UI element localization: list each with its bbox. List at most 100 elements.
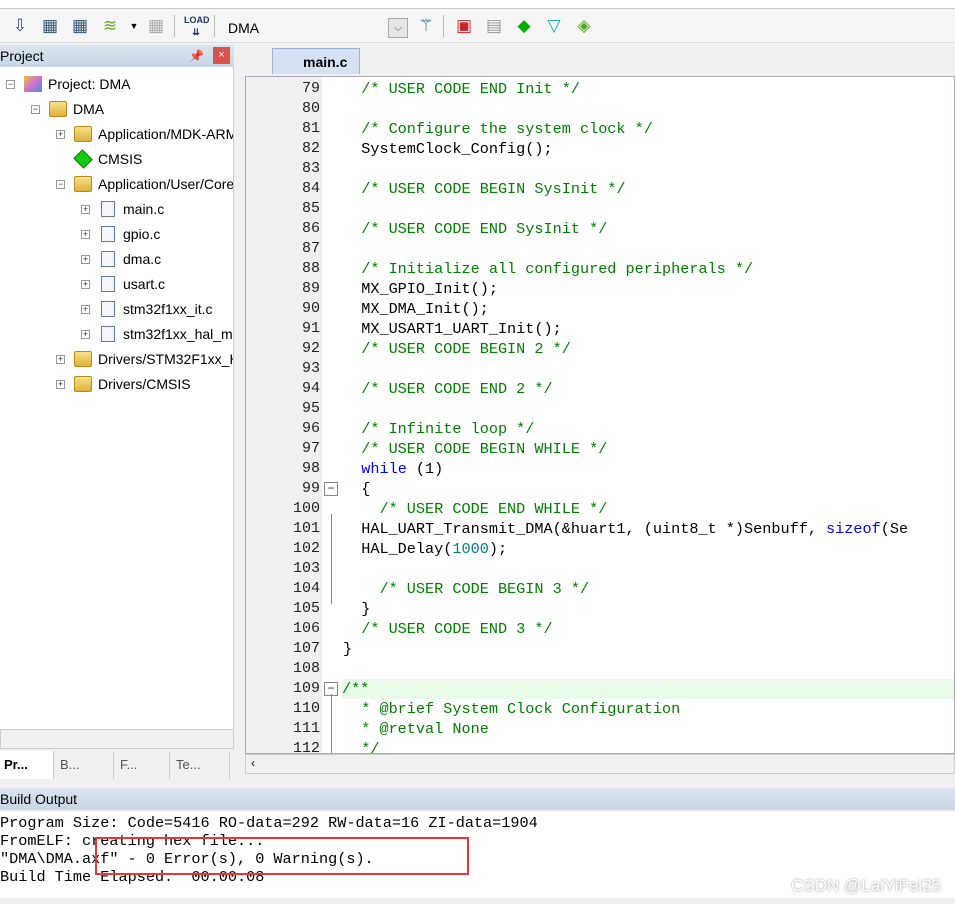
code-line: * @brief System Clock Configuration xyxy=(343,699,954,719)
manage-components-icon[interactable]: ▣ xyxy=(452,14,476,38)
tab-main-c[interactable]: main.c xyxy=(272,48,360,74)
collapse-icon[interactable]: − xyxy=(56,180,65,189)
build-icon[interactable]: ▦ xyxy=(38,14,62,38)
code-token: /* USER CODE END SysInit */ xyxy=(343,220,608,238)
batch-build-icon[interactable]: ≋ xyxy=(98,14,122,38)
close-icon[interactable]: × xyxy=(213,47,230,64)
tree-item[interactable]: main.c xyxy=(99,197,164,222)
translate-icon[interactable]: ⇩ xyxy=(8,14,32,38)
target-select[interactable]: DMA xyxy=(222,17,410,39)
tree-item[interactable]: Project: DMA xyxy=(24,72,130,97)
tab-functions[interactable]: F... xyxy=(116,751,170,779)
chevron-down-icon[interactable]: ⌵ xyxy=(388,18,408,38)
tree-item[interactable]: gpio.c xyxy=(99,222,160,247)
line-number: 111 xyxy=(292,720,320,737)
expand-icon[interactable]: + xyxy=(81,205,90,214)
tree-item[interactable]: dma.c xyxy=(99,247,161,272)
line-number: 108 xyxy=(292,660,320,677)
tree-item[interactable]: usart.c xyxy=(99,272,165,297)
code-token: * @retval None xyxy=(343,720,489,738)
tree-item[interactable]: CMSIS xyxy=(73,147,142,172)
folder-icon xyxy=(74,126,92,142)
line-number: 91 xyxy=(301,320,320,337)
tree-item[interactable]: Drivers/CMSIS xyxy=(74,372,191,397)
tree-item[interactable]: DMA xyxy=(49,97,104,122)
collapse-icon[interactable]: − xyxy=(31,105,40,114)
select-packs-icon[interactable]: ▤ xyxy=(482,14,506,38)
folder-open-icon xyxy=(74,176,92,192)
expand-icon[interactable]: + xyxy=(81,230,90,239)
code-token: } xyxy=(343,640,353,658)
line-number-gutter: 79 80 81 82 83 84 85 86 87 88 89 90 91 92 93 94 95 96 97 98… xyxy=(246,77,338,753)
tree-item[interactable]: Application/User/Core xyxy=(74,172,233,197)
editor-horizontal-scrollbar[interactable]: ‹ xyxy=(245,754,955,774)
line-number: 88 xyxy=(301,260,320,277)
tree-item[interactable]: stm32f1xx_it.c xyxy=(99,297,212,322)
code-line: */ xyxy=(343,739,954,753)
file-icon xyxy=(101,326,115,342)
line-number: 109 xyxy=(292,680,320,697)
options-wand-icon[interactable]: ⚚ xyxy=(414,14,438,38)
tab-project[interactable]: Pr... xyxy=(0,751,54,779)
collapse-icon[interactable]: − xyxy=(6,80,15,89)
tree-item-label: Application/MDK-ARM xyxy=(98,126,234,142)
expand-icon[interactable]: + xyxy=(81,255,90,264)
code-token: /* Initialize all configured peripherals… xyxy=(343,260,754,278)
expand-icon[interactable]: + xyxy=(56,355,65,364)
file-icon xyxy=(101,251,115,267)
tree-item[interactable]: Drivers/STM32F1xx_HAL_Driver xyxy=(74,347,233,372)
tree-item[interactable]: stm32f1xx_hal_msp.c xyxy=(99,322,233,347)
load-icon[interactable]: LOAD ⇊ xyxy=(184,14,210,38)
fold-icon[interactable]: − xyxy=(324,482,338,496)
pin-icon[interactable]: 📌 xyxy=(189,45,204,67)
project-panel-title: Project xyxy=(0,48,44,64)
dropdown-arrow-icon[interactable]: ▼ xyxy=(122,14,146,38)
project-horizontal-scrollbar[interactable] xyxy=(0,729,234,749)
code-token: sizeof xyxy=(826,520,881,538)
toolbar: ⇩ ▦ ▦ ≋ ▼ ▦ LOAD ⇊ DMA ⌵ ⚚ ▣ ▤ ◆ ▽ ◈ xyxy=(0,9,955,43)
tab-books[interactable]: B... xyxy=(56,751,114,779)
code-line: MX_GPIO_Init(); xyxy=(343,279,954,299)
tree-item-label: stm32f1xx_hal_msp.c xyxy=(123,326,233,342)
file-icon xyxy=(101,201,115,217)
line-number: 101 xyxy=(292,520,320,537)
line-number: 83 xyxy=(301,160,320,177)
folder-icon xyxy=(74,351,92,367)
scroll-left-icon[interactable]: ‹ xyxy=(251,756,255,770)
software-packs-icon[interactable]: ▽ xyxy=(542,14,566,38)
expand-icon[interactable]: + xyxy=(81,280,90,289)
tab-label: main.c xyxy=(303,54,348,70)
code-token: /* USER CODE BEGIN WHILE */ xyxy=(343,440,608,458)
event-recorder-icon[interactable]: ◈ xyxy=(572,14,596,38)
editor-tabs: main.c xyxy=(240,45,955,74)
pack-installer-icon[interactable]: ◆ xyxy=(512,14,536,38)
tree-item[interactable]: Application/MDK-ARM xyxy=(74,122,234,147)
code-line: HAL_UART_Transmit_DMA(&huart1, (uint8_t … xyxy=(343,519,954,539)
expand-icon[interactable]: + xyxy=(56,380,65,389)
expand-icon[interactable]: + xyxy=(56,130,65,139)
expand-icon[interactable]: + xyxy=(81,330,90,339)
code-token: MX_DMA_Init(); xyxy=(343,300,489,318)
code-line: MX_USART1_UART_Init(); xyxy=(343,319,954,339)
code-token: /* USER CODE BEGIN 3 */ xyxy=(343,580,590,598)
file-icon xyxy=(101,276,115,292)
rebuild-icon[interactable]: ▦ xyxy=(68,14,92,38)
code-editor[interactable]: 79 80 81 82 83 84 85 86 87 88 89 90 91 92 93 94 95 96 97 98… xyxy=(245,76,955,754)
code-token: 1000 xyxy=(452,540,489,558)
stop-build-icon[interactable]: ▦ xyxy=(144,14,168,38)
tab-label: Te... xyxy=(176,757,201,772)
line-number: 82 xyxy=(301,140,320,157)
line-number: 98 xyxy=(301,460,320,477)
tab-templates[interactable]: Te... xyxy=(172,751,230,779)
code-token: /* USER CODE END Init */ xyxy=(343,80,580,98)
code-line: } xyxy=(343,639,954,659)
expand-icon[interactable]: + xyxy=(81,305,90,314)
code-line: MX_DMA_Init(); xyxy=(343,299,954,319)
line-number: 106 xyxy=(292,620,320,637)
code-line: HAL_Delay(1000); xyxy=(343,539,954,559)
